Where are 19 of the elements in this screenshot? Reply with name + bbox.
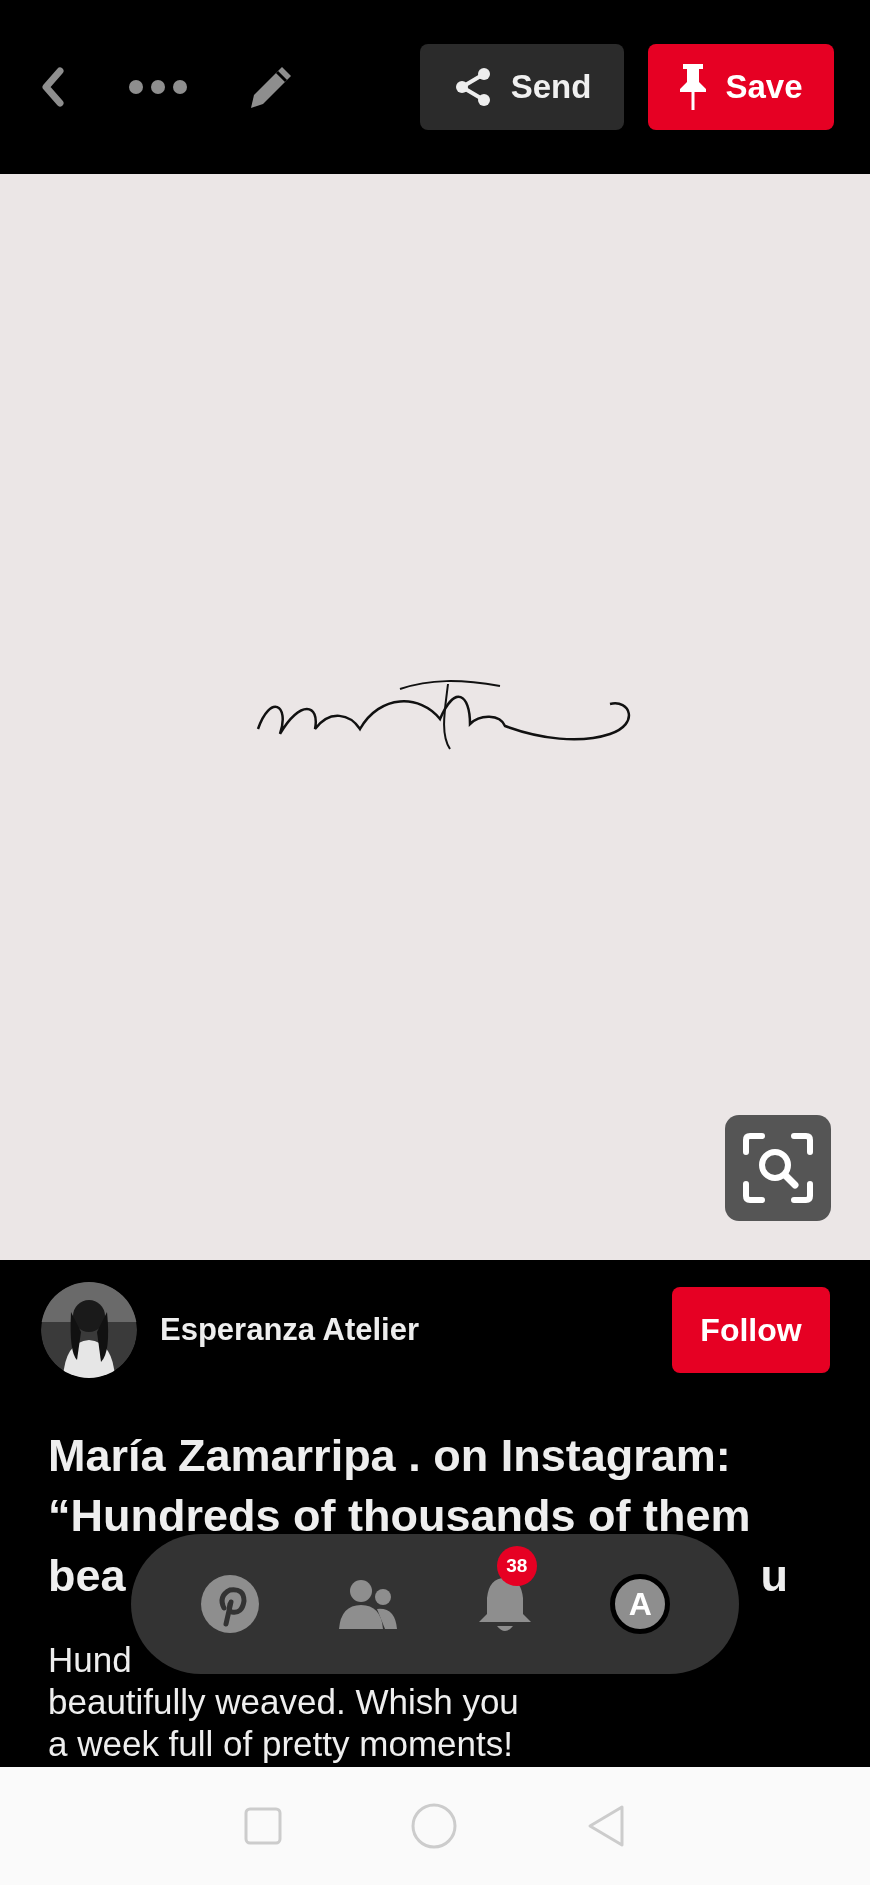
pin-description: beautifully weaved. Whish you (48, 1681, 520, 1723)
visual-search-button[interactable] (725, 1115, 831, 1221)
pin-title: María Zamarripa . on Instagram: (48, 1429, 732, 1483)
pin-description: Hund (48, 1639, 133, 1681)
follow-button[interactable]: Follow (672, 1287, 830, 1373)
notification-badge: 38 (496, 1546, 537, 1586)
pin-title: bea (48, 1549, 126, 1603)
people-icon[interactable] (337, 1579, 400, 1629)
pin-description: a week full of pretty moments! (48, 1723, 514, 1765)
pencil-icon[interactable] (248, 64, 294, 110)
profile-avatar[interactable]: A (610, 1574, 671, 1634)
send-button[interactable]: Send (420, 44, 624, 130)
more-icon[interactable] (128, 79, 188, 95)
creator-name[interactable]: Esperanza Atelier (160, 1312, 672, 1348)
save-button[interactable]: Save (648, 44, 834, 130)
logo-icon[interactable] (199, 1574, 260, 1634)
pin-icon (679, 62, 708, 112)
pin-title: u (760, 1549, 788, 1603)
pin-title: “Hundreds of thousands of them (48, 1489, 752, 1543)
